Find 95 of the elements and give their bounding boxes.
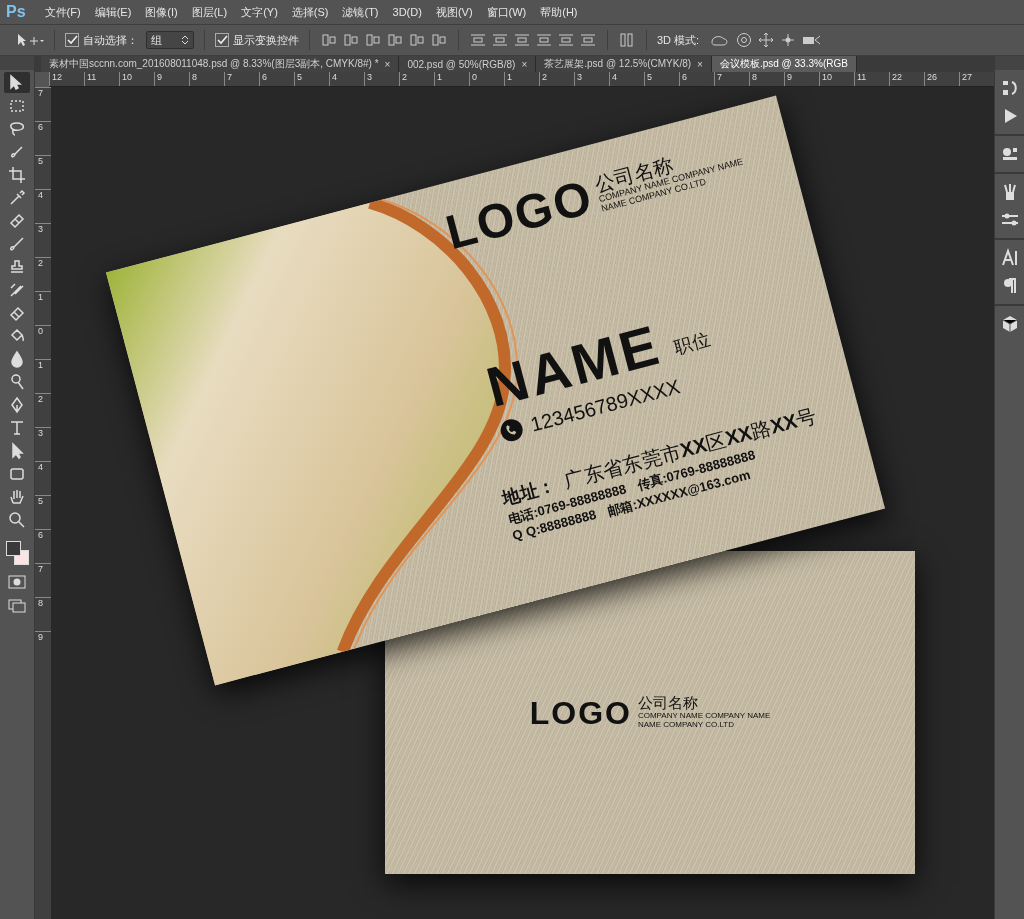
menu-item[interactable]: 图像(I) <box>138 4 185 20</box>
ruler-number: 9 <box>154 72 189 86</box>
job-title: 职位 <box>671 327 714 360</box>
ruler-number: 0 <box>35 325 51 359</box>
company-name-english: NAME COMPANY CO.LTD <box>637 720 735 730</box>
menu-item[interactable]: 滤镜(T) <box>335 4 386 20</box>
ruler-number: 9 <box>784 72 819 86</box>
menu-item[interactable]: 窗口(W) <box>479 4 534 20</box>
color-swatches-drawing[interactable] <box>4 538 30 566</box>
ruler-number: 6 <box>35 529 51 563</box>
ruler-number: 7 <box>35 563 51 597</box>
align-icon[interactable] <box>364 32 382 48</box>
panel-grip[interactable] <box>0 56 34 70</box>
ruler-number: 5 <box>35 155 51 189</box>
drag-icon[interactable] <box>757 32 776 48</box>
menu-item[interactable]: 图层(L) <box>184 4 235 20</box>
auto-select-checkbox[interactable]: 自动选择： <box>65 32 138 48</box>
ruler-number: 8 <box>35 597 51 631</box>
ruler-number: 3 <box>35 427 51 461</box>
ruler-number: 6 <box>259 72 294 86</box>
align-icon[interactable] <box>320 32 338 48</box>
ruler-number: 12 <box>49 72 84 86</box>
ruler-number: 9 <box>35 631 51 665</box>
group-dropdown[interactable]: 组 <box>146 31 194 49</box>
ruler-number: 4 <box>35 461 51 495</box>
ruler-number: 5 <box>294 72 329 86</box>
document-tab[interactable]: 002.psd @ 50%(RGB/8) × <box>399 56 537 72</box>
ruler-number: 8 <box>189 72 224 86</box>
quick-mask-icon[interactable] <box>7 574 27 590</box>
ruler-number: 7 <box>224 72 259 86</box>
app-logo: Ps <box>5 3 27 21</box>
ruler-number: 7 <box>714 72 749 86</box>
tool-button[interactable] <box>4 72 30 93</box>
ruler-number: 2 <box>35 393 51 427</box>
menu-item[interactable]: 帮助(H) <box>533 4 585 20</box>
ruler-number: 10 <box>119 72 154 86</box>
ruler-number: 11 <box>854 72 889 86</box>
ruler-number: 8 <box>749 72 784 86</box>
ruler-number: 4 <box>35 189 51 223</box>
ruler-number: 4 <box>329 72 364 86</box>
ruler-number: 10 <box>819 72 854 86</box>
ruler-number: 6 <box>679 72 714 86</box>
ruler-number: 22 <box>889 72 924 86</box>
align-icon[interactable] <box>430 32 448 48</box>
menu-item[interactable]: 编辑(E) <box>87 4 139 20</box>
character-icon[interactable] <box>999 248 1020 268</box>
panel-grip[interactable] <box>995 56 1024 70</box>
menu-item[interactable]: 3D(D) <box>385 6 429 18</box>
ruler-number: 6 <box>35 121 51 155</box>
menu-item[interactable]: 文字(Y) <box>234 4 285 20</box>
align-icon[interactable] <box>408 32 426 48</box>
checkmark-icon <box>66 34 78 46</box>
menu-item[interactable]: 文件(F) <box>37 4 88 20</box>
close-tab-button[interactable]: × <box>384 58 391 70</box>
close-tab-button[interactable]: × <box>697 58 703 70</box>
checkmark-icon <box>216 34 228 46</box>
ruler-number: 1 <box>35 291 51 325</box>
crop-icon <box>7 164 27 185</box>
company-name-english: COMPANY NAME COMPANY NAME <box>637 711 771 721</box>
auto-align-icon[interactable] <box>618 32 636 48</box>
ruler-number: 1 <box>504 72 539 86</box>
ruler-number: 2 <box>35 257 51 291</box>
ruler-number: 7 <box>35 87 51 121</box>
logo-text: LOGO <box>529 696 632 729</box>
document-tab[interactable]: 素材中国sccnn.com_201608011048.psd @ 8.33%(图层3副本, CMYK/8#) * × <box>41 56 400 72</box>
close-tab-button[interactable]: × <box>521 58 528 70</box>
tab-title: 素材中国sccnn.com_201608011048.psd @ 8.33%(图层3副本, CMYK/8#) * <box>49 57 379 71</box>
ruler-number: 3 <box>364 72 399 86</box>
tab-title: 会议模板.psd @ 33.3%(RGB <box>719 57 848 71</box>
company-name: 公司名称 <box>637 695 699 712</box>
ruler-number: 5 <box>35 495 51 529</box>
tab-title: 茶艺展架.psd @ 12.5%(CMYK/8) <box>544 57 692 71</box>
menu-item[interactable]: 视图(V) <box>428 4 480 20</box>
ruler-number: 1 <box>35 359 51 393</box>
ruler-number: 26 <box>924 72 959 86</box>
align-icon[interactable] <box>342 32 360 48</box>
ruler-number: 1 <box>434 72 469 86</box>
magnifier-icon <box>7 509 27 530</box>
ruler-number: 2 <box>399 72 434 86</box>
3d-mode-label: 3D 模式: <box>657 32 700 48</box>
document-tab[interactable]: 茶艺展架.psd @ 12.5%(CMYK/8) × <box>536 56 712 72</box>
ruler-number: 3 <box>35 223 51 257</box>
align-icon[interactable] <box>386 32 404 48</box>
spinner-arrows-icon <box>181 34 189 46</box>
show-transform-checkbox[interactable]: 显示变换控件 <box>215 32 299 48</box>
tab-title: 002.psd @ 50%(RGB/8) <box>407 58 516 70</box>
ruler-number: 11 <box>84 72 119 86</box>
screen-mode-icon[interactable] <box>7 598 27 614</box>
document-tab[interactable]: 会议模板.psd @ 33.3%(RGB <box>711 56 857 72</box>
ruler-number: 0 <box>469 72 504 86</box>
ruler-number: 5 <box>644 72 679 86</box>
menu-item[interactable]: 选择(S) <box>284 4 336 20</box>
ruler-number: 2 <box>539 72 574 86</box>
ruler-number: 3 <box>574 72 609 86</box>
ruler-number: 4 <box>609 72 644 86</box>
